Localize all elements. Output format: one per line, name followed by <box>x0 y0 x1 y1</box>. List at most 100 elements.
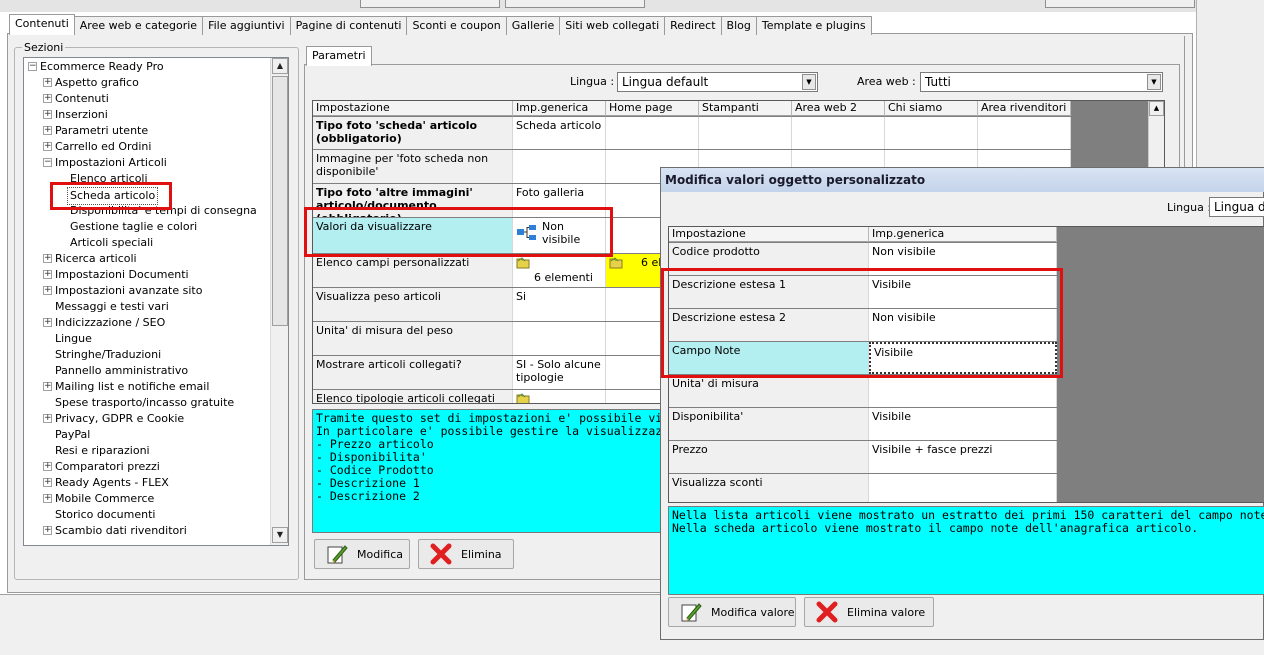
table-row[interactable]: Disponibilita' Visibile <box>669 408 1057 440</box>
tab-file-aggiuntivi[interactable]: File aggiuntivi <box>202 16 291 35</box>
tree-item[interactable]: Resi e riparazioni <box>24 443 272 459</box>
expand-icon[interactable]: + <box>43 318 52 327</box>
tree-item[interactable]: Messaggi e testi vari <box>24 299 272 315</box>
tab-siti-web-collegati[interactable]: Siti web collegati <box>559 16 666 35</box>
chevron-down-icon[interactable]: ▼ <box>1147 74 1161 90</box>
table-row[interactable]: Tipo foto 'scheda' articolo (obbligatori… <box>313 117 1071 149</box>
expand-icon[interactable]: + <box>43 110 52 119</box>
tree-item[interactable]: + Scambio dati rivenditori <box>24 523 272 539</box>
setting-value-cell[interactable]: Scheda articolo <box>513 117 606 149</box>
column-header[interactable]: Stampanti <box>699 101 792 116</box>
setting-value-cell[interactable] <box>869 375 1057 407</box>
scroll-down-button[interactable]: ▼ <box>272 527 288 543</box>
area-value-cell[interactable] <box>792 117 885 149</box>
elimina-button[interactable]: Elimina <box>418 539 514 569</box>
tree-item[interactable]: + Inserzioni <box>24 107 272 123</box>
tree-item[interactable]: Storico documenti <box>24 507 272 523</box>
tree-item[interactable]: Spese trasporto/incasso gratuite <box>24 395 272 411</box>
expand-icon[interactable]: + <box>43 382 52 391</box>
scroll-up-button[interactable]: ▲ <box>272 58 288 74</box>
column-header[interactable]: Impostazione <box>669 227 869 242</box>
column-header[interactable]: Home page <box>606 101 699 116</box>
tab-gallerie[interactable]: Gallerie <box>505 16 561 35</box>
tree-item[interactable]: + Impostazioni avanzate sito <box>24 283 272 299</box>
expand-icon[interactable]: + <box>43 462 52 471</box>
setting-name-cell[interactable]: Unita' di misura del peso <box>313 322 513 355</box>
area-value-cell[interactable] <box>978 117 1071 149</box>
setting-name-cell[interactable]: Elenco campi personalizzati <box>313 254 513 287</box>
setting-value-cell[interactable]: Si <box>513 288 606 321</box>
column-header[interactable]: Imp.generica <box>513 101 606 116</box>
tree-item[interactable]: + Mailing list e notifiche email <box>24 379 272 395</box>
area-web-select[interactable]: Tutti ▼ <box>920 72 1163 92</box>
tab-blog[interactable]: Blog <box>720 16 757 35</box>
setting-name-cell[interactable]: Disponibilita' <box>669 408 869 440</box>
tree-item[interactable]: + Privacy, GDPR e Cookie <box>24 411 272 427</box>
column-header[interactable]: Area web 2 <box>792 101 885 116</box>
top-toolbar-button[interactable] <box>1045 0 1195 8</box>
setting-name-cell[interactable]: Elenco tipologie articoli collegati da v… <box>313 390 513 403</box>
setting-name-cell[interactable]: Prezzo <box>669 441 869 473</box>
setting-value-cell[interactable] <box>869 474 1057 502</box>
expand-icon[interactable]: + <box>43 414 52 423</box>
area-value-cell[interactable] <box>606 117 699 149</box>
chevron-down-icon[interactable]: ▼ <box>802 74 816 90</box>
tree-item[interactable]: + Parametri utente <box>24 123 272 139</box>
tree-item[interactable]: + Carrello ed Ordini <box>24 139 272 155</box>
tab-sconti-coupon[interactable]: Sconti e coupon <box>406 16 507 35</box>
setting-name-cell[interactable]: Visualizza sconti <box>669 474 869 502</box>
expand-icon[interactable]: + <box>43 126 52 135</box>
column-header[interactable]: Chi siamo <box>885 101 978 116</box>
setting-name-cell[interactable]: Immagine per 'foto scheda non disponibil… <box>313 150 513 183</box>
tree-item[interactable]: PayPal <box>24 427 272 443</box>
setting-name-cell[interactable]: Tipo foto 'scheda' articolo (obbligatori… <box>313 117 513 149</box>
elimina-valore-button[interactable]: Elimina valore <box>804 597 934 627</box>
area-value-cell[interactable] <box>699 117 792 149</box>
expand-icon[interactable]: + <box>43 286 52 295</box>
area-value-cell[interactable] <box>885 117 978 149</box>
tree-item[interactable]: + Aspetto grafico <box>24 75 272 91</box>
scroll-up-button[interactable]: ▲ <box>1149 101 1164 116</box>
tree-item[interactable]: + Impostazioni Documenti <box>24 267 272 283</box>
table-row[interactable]: Visualizza sconti <box>669 474 1057 502</box>
column-header[interactable]: Impostazione <box>313 101 513 116</box>
tree-item[interactable]: − Impostazioni Articoli <box>24 155 272 171</box>
tab-contenuti[interactable]: Contenuti <box>9 14 75 35</box>
lingua-select[interactable]: Lingua default ▼ <box>617 72 818 92</box>
tree-scrollbar[interactable]: ▲ ▼ <box>270 58 288 545</box>
setting-value-cell[interactable]: SI - Solo alcune tipologie <box>513 356 606 389</box>
tree-item[interactable]: + Contenuti <box>24 91 272 107</box>
tree-item[interactable]: + Ready Agents - FLEX <box>24 475 272 491</box>
sections-tree[interactable]: − Ecommerce Ready Pro + Aspetto grafico + Con… <box>23 57 289 546</box>
column-header[interactable]: Area rivenditori <box>978 101 1071 116</box>
setting-value-cell[interactable]: Visibile + fasce prezzi <box>869 441 1057 473</box>
tree-item[interactable]: + Indicizzazione / SEO <box>24 315 272 331</box>
tree-item[interactable]: Stringhe/Traduzioni <box>24 347 272 363</box>
tree-item[interactable]: + Mobile Commerce <box>24 491 272 507</box>
tab-aree-web-categorie[interactable]: Aree web e categorie <box>73 16 204 35</box>
expand-icon[interactable]: + <box>43 526 52 535</box>
collapse-icon[interactable]: − <box>28 62 37 71</box>
setting-value-cell[interactable] <box>513 150 606 183</box>
tree-item[interactable]: Articoli speciali <box>24 235 272 251</box>
column-header[interactable]: Imp.generica <box>869 227 1057 242</box>
top-toolbar-button[interactable] <box>505 0 645 8</box>
expand-icon[interactable]: + <box>43 254 52 263</box>
modifica-valore-button[interactable]: Modifica valore <box>668 597 796 627</box>
collapse-icon[interactable]: − <box>43 158 52 167</box>
expand-icon[interactable]: + <box>43 142 52 151</box>
table-row[interactable]: Unita' di misura <box>669 375 1057 407</box>
tree-item[interactable]: + Comparatori prezzi <box>24 459 272 475</box>
expand-icon[interactable]: + <box>43 94 52 103</box>
tree-item[interactable]: − Ecommerce Ready Pro <box>24 59 272 75</box>
modifica-button[interactable]: Modifica <box>314 539 410 569</box>
expand-icon[interactable]: + <box>43 478 52 487</box>
scroll-thumb[interactable] <box>272 76 288 326</box>
setting-value-cell[interactable]: 2 elementi <box>513 390 606 403</box>
setting-name-cell[interactable]: Visualizza peso articoli <box>313 288 513 321</box>
setting-name-cell[interactable]: Unita' di misura <box>669 375 869 407</box>
tree-item[interactable]: Pannello amministrativo <box>24 363 272 379</box>
setting-value-cell[interactable]: 6 elementi <box>513 254 606 287</box>
table-row[interactable]: Prezzo Visibile + fasce prezzi <box>669 441 1057 473</box>
expand-icon[interactable]: + <box>43 270 52 279</box>
